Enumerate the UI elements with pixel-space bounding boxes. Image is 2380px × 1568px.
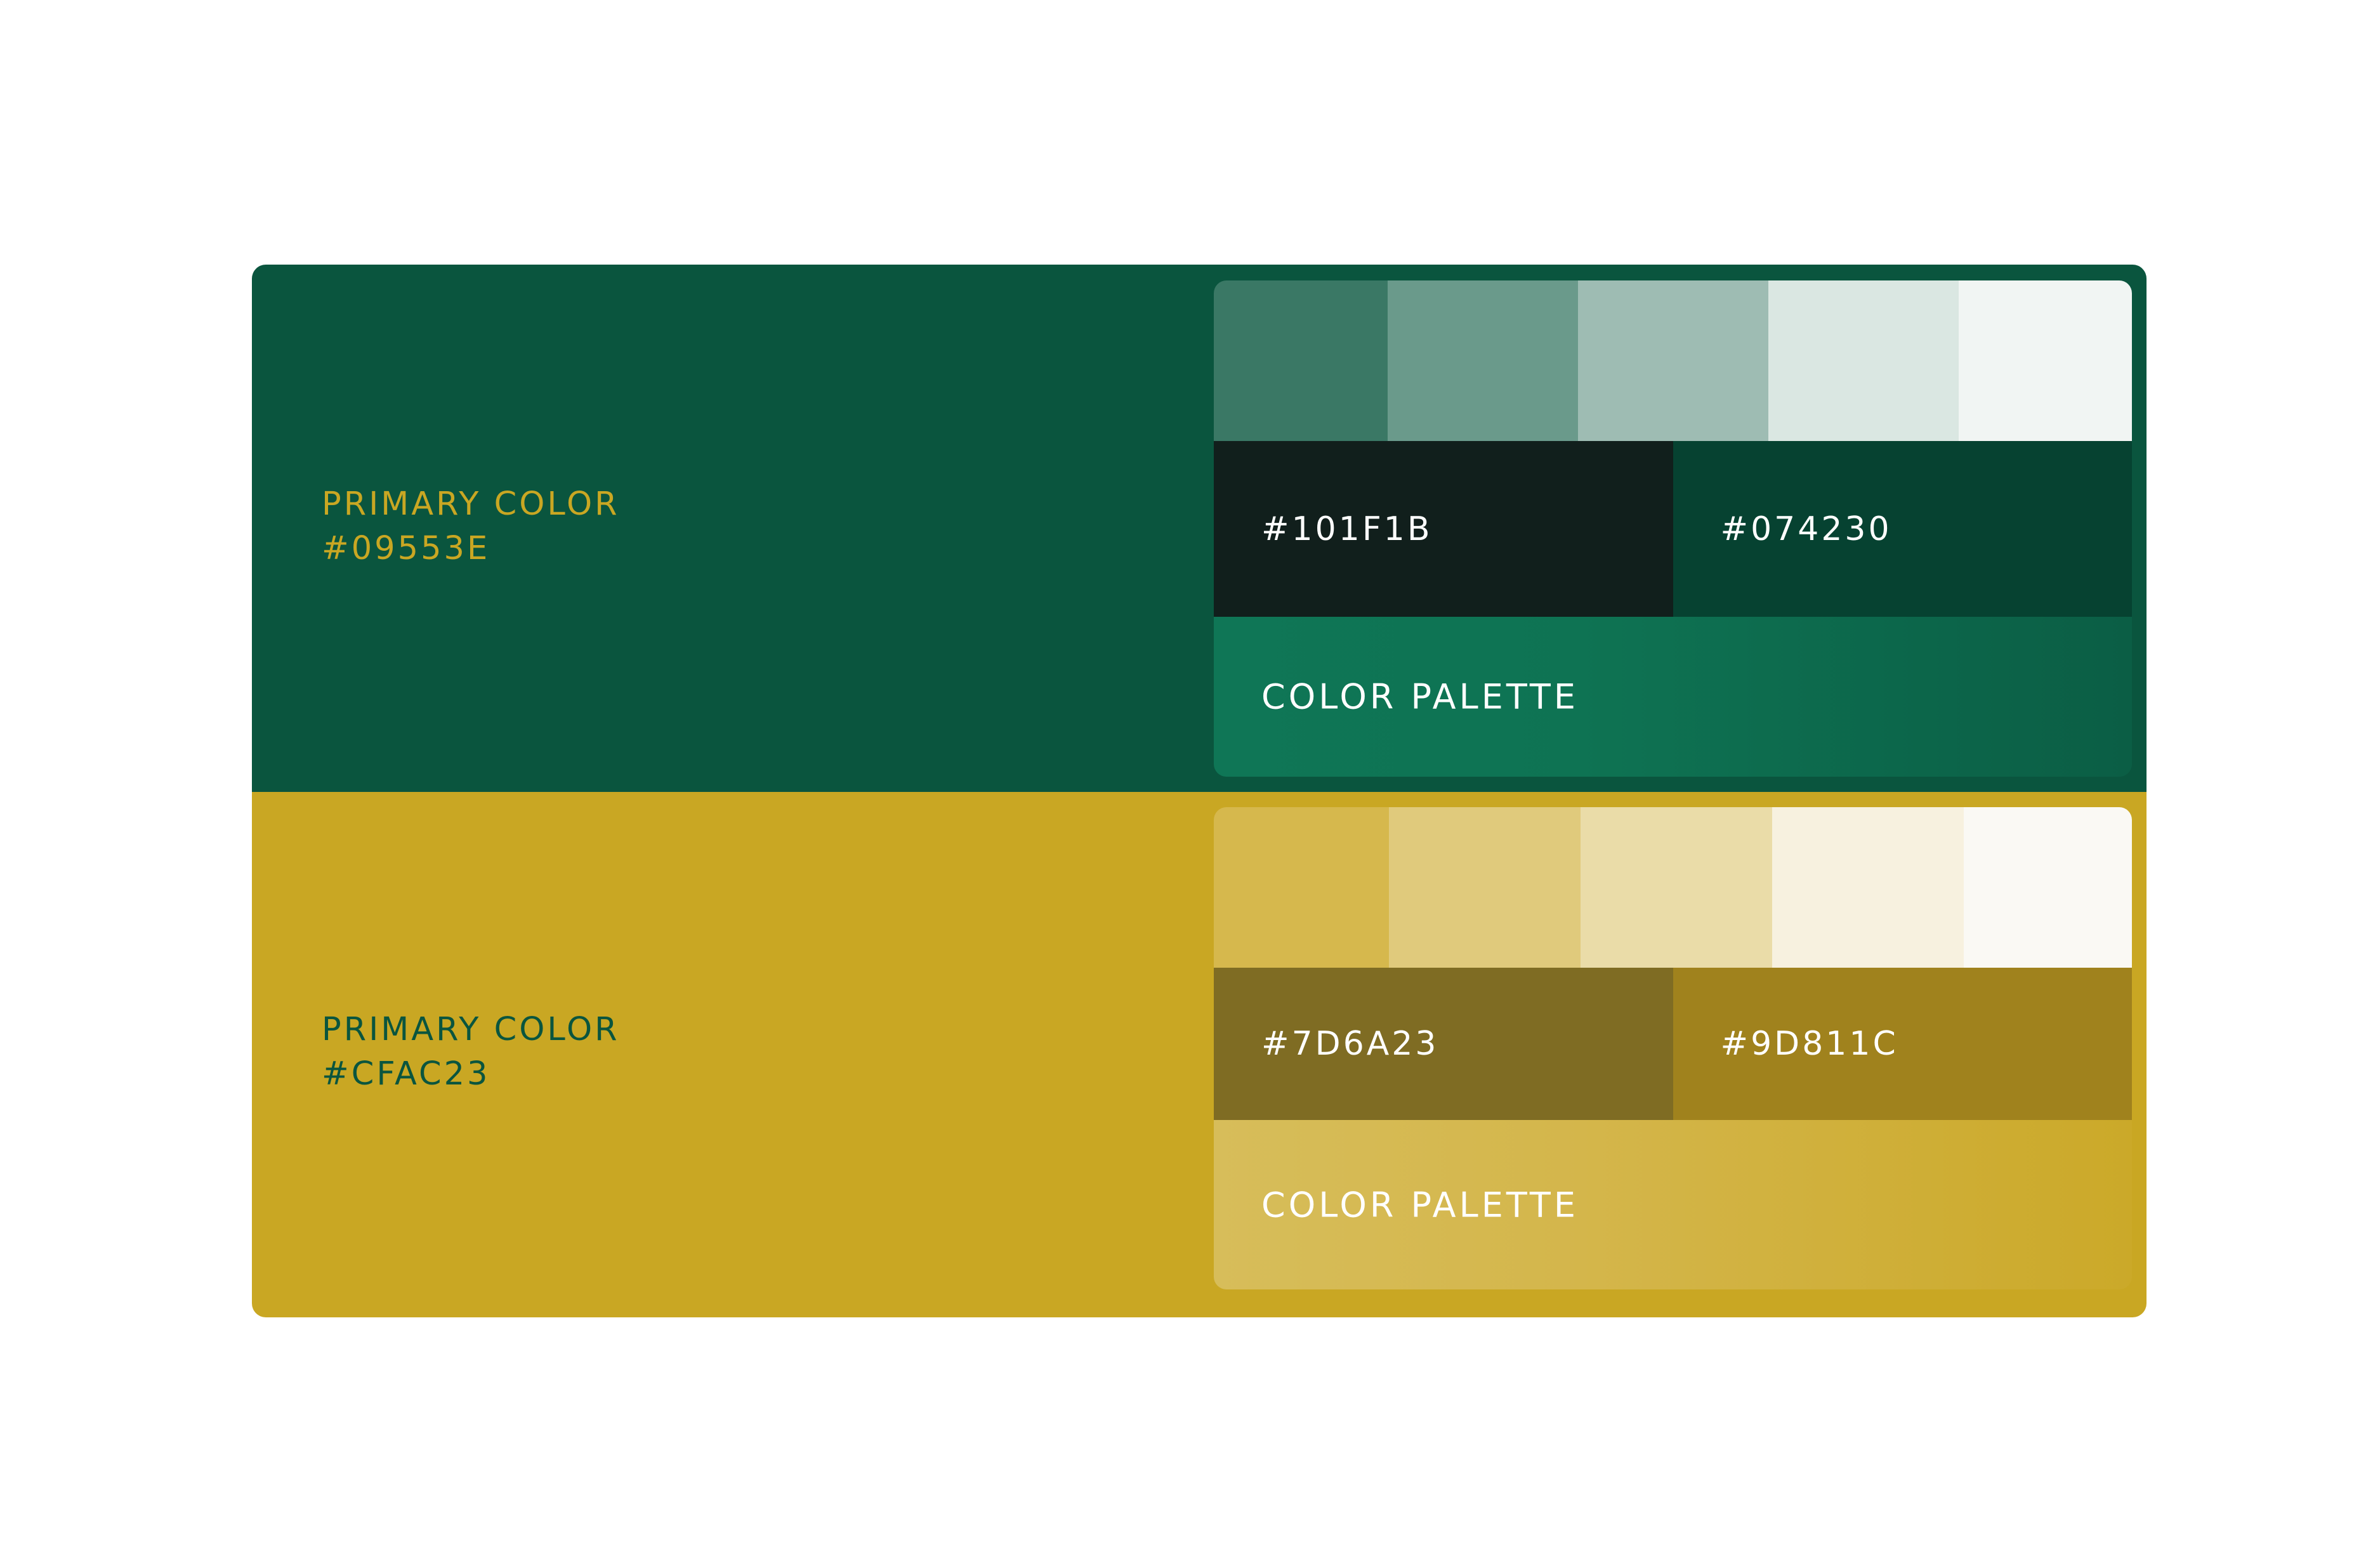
shade-swatch: #101F1B (1214, 441, 1673, 617)
shade-hex-label: #101F1B (1261, 510, 1433, 548)
tint-swatch (1578, 280, 1768, 441)
primary-color-hex: #CFAC23 (322, 1055, 490, 1093)
shade-swatch: #9D811C (1673, 968, 2132, 1120)
primary-color-title: PRIMARY COLOR (322, 485, 620, 523)
tint-swatch (1214, 280, 1388, 441)
shade-hex-label: #074230 (1720, 510, 1892, 548)
shade-swatch: #7D6A23 (1214, 968, 1673, 1120)
color-palette-bar: COLOR PALETTE (1214, 617, 2132, 777)
primary-color-label: PRIMARY COLOR #09553E (322, 482, 620, 571)
tint-swatch (1581, 807, 1772, 968)
primary-color-label: PRIMARY COLOR #CFAC23 (322, 1008, 620, 1097)
primary-green-band: PRIMARY COLOR #09553E #101F1B #074230 CO (252, 265, 2147, 792)
tint-row (1214, 280, 2132, 441)
palette-card-green: #101F1B #074230 COLOR PALETTE (1214, 280, 2132, 777)
tint-swatch (1214, 807, 1389, 968)
primary-color-hex: #09553E (322, 530, 490, 567)
shade-hex-label: #7D6A23 (1261, 1025, 1439, 1063)
color-palette-bar: COLOR PALETTE (1214, 1120, 2132, 1289)
tint-swatch (1772, 807, 1964, 968)
primary-gold-band: PRIMARY COLOR #CFAC23 #7D6A23 #9D811C CO (252, 792, 2147, 1317)
color-palette-label: COLOR PALETTE (1261, 676, 1579, 717)
primary-color-title: PRIMARY COLOR (322, 1011, 620, 1048)
palette-card-gold: #7D6A23 #9D811C COLOR PALETTE (1214, 807, 2132, 1289)
tint-row (1214, 807, 2132, 968)
tint-swatch (1388, 280, 1578, 441)
tint-swatch (1964, 807, 2132, 968)
tint-swatch (1389, 807, 1581, 968)
color-palette-board: PRIMARY COLOR #09553E #101F1B #074230 CO (252, 265, 2147, 1317)
shade-swatch: #074230 (1673, 441, 2132, 617)
shade-row: #7D6A23 #9D811C (1214, 968, 2132, 1120)
shade-row: #101F1B #074230 (1214, 441, 2132, 617)
color-palette-label: COLOR PALETTE (1261, 1185, 1579, 1225)
tint-swatch (1768, 280, 1959, 441)
tint-swatch (1959, 280, 2132, 441)
shade-hex-label: #9D811C (1720, 1025, 1898, 1063)
